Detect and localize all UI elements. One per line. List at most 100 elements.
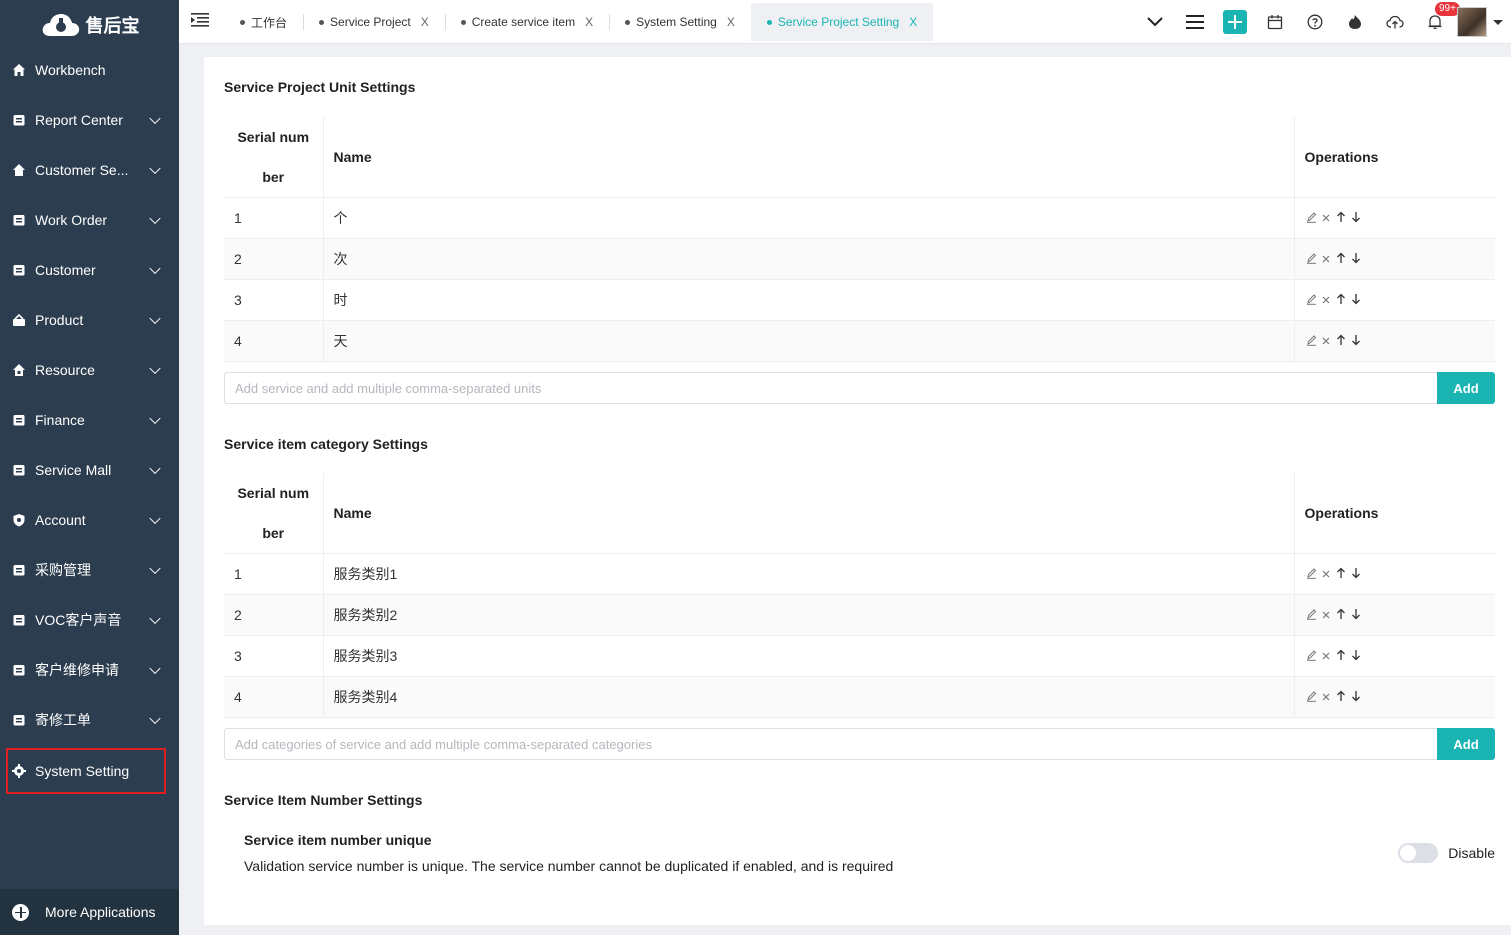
arrow-down-icon[interactable] bbox=[1350, 211, 1363, 226]
edit-icon[interactable] bbox=[1305, 334, 1318, 349]
unique-number-setting-description: Validation service number is unique. The… bbox=[244, 858, 894, 874]
arrow-up-icon[interactable] bbox=[1335, 608, 1348, 623]
user-menu[interactable] bbox=[1455, 0, 1511, 44]
sidebar-item-voc[interactable]: VOC客户声音 bbox=[0, 595, 179, 645]
sidebar-item-account[interactable]: Account bbox=[0, 495, 179, 545]
arrow-down-icon[interactable] bbox=[1350, 608, 1363, 623]
edit-icon[interactable] bbox=[1305, 293, 1318, 308]
delete-icon[interactable] bbox=[1320, 334, 1333, 349]
serial-number-header: Serial number bbox=[224, 117, 324, 198]
arrow-down-icon[interactable] bbox=[1350, 567, 1363, 582]
flame-icon bbox=[1349, 15, 1361, 29]
tabs-dropdown-button[interactable] bbox=[1135, 0, 1175, 44]
sidebar-item-item-13[interactable]: 寄修工单 bbox=[0, 695, 179, 745]
tab-0[interactable]: 工作台 bbox=[224, 3, 303, 41]
delete-icon[interactable] bbox=[1320, 211, 1333, 226]
sidebar-item-product[interactable]: Product bbox=[0, 295, 179, 345]
row-operations bbox=[1305, 334, 1486, 349]
quick-create-button[interactable] bbox=[1215, 0, 1255, 44]
delete-icon[interactable] bbox=[1320, 608, 1333, 623]
tab-2[interactable]: Create service item X bbox=[444, 3, 609, 41]
sidebar-item-system-setting[interactable]: System Setting bbox=[6, 748, 166, 794]
more-applications-button[interactable]: More Applications bbox=[0, 889, 179, 935]
categories-table-header: Serial number Name Operations bbox=[224, 473, 1495, 554]
sidebar-item-work-order[interactable]: Work Order bbox=[0, 195, 179, 245]
sidebar-item-customer-se[interactable]: Customer Se... bbox=[0, 145, 179, 195]
mall-icon bbox=[12, 463, 26, 477]
edit-icon[interactable] bbox=[1305, 567, 1318, 582]
category-add-input[interactable] bbox=[224, 728, 1437, 760]
theme-button[interactable] bbox=[1335, 0, 1375, 44]
sidebar-item-workbench[interactable]: Workbench bbox=[0, 45, 179, 95]
sidebar-item-finance[interactable]: Finance bbox=[0, 395, 179, 445]
sidebar-item-resource[interactable]: Resource bbox=[0, 345, 179, 395]
close-icon[interactable]: X bbox=[909, 15, 917, 29]
help-button[interactable] bbox=[1295, 0, 1335, 44]
close-icon[interactable]: X bbox=[421, 15, 429, 29]
delete-icon[interactable] bbox=[1320, 567, 1333, 582]
edit-icon[interactable] bbox=[1305, 690, 1318, 705]
tab-dot bbox=[766, 19, 772, 25]
arrow-up-icon[interactable] bbox=[1335, 334, 1348, 349]
table-row: 3时 bbox=[224, 279, 1495, 321]
help-icon bbox=[1307, 14, 1323, 30]
tab-3[interactable]: System Setting X bbox=[609, 3, 751, 41]
arrow-up-icon[interactable] bbox=[1335, 293, 1348, 308]
sidebar-item-report-center[interactable]: Report Center bbox=[0, 95, 179, 145]
settings-content: Service Project Unit Settings Serial num… bbox=[204, 57, 1511, 925]
product-icon bbox=[12, 313, 26, 327]
name-header: Name bbox=[323, 117, 1295, 198]
calendar-button[interactable] bbox=[1255, 0, 1295, 44]
arrow-down-icon[interactable] bbox=[1350, 649, 1363, 664]
unit-add-input[interactable] bbox=[224, 372, 1437, 404]
sidebar-item-service-mall[interactable]: Service Mall bbox=[0, 445, 179, 495]
arrow-up-icon[interactable] bbox=[1335, 690, 1348, 705]
arrow-up-icon[interactable] bbox=[1335, 567, 1348, 582]
tab-1[interactable]: Service Project X bbox=[303, 3, 445, 41]
units-table-body: 1个2次3时4天 bbox=[224, 197, 1495, 362]
close-icon[interactable]: X bbox=[727, 15, 735, 29]
arrow-up-icon[interactable] bbox=[1335, 252, 1348, 267]
purchase-icon bbox=[12, 563, 26, 577]
app-logo[interactable]: 售后宝 bbox=[0, 0, 179, 50]
avatar bbox=[1457, 7, 1487, 37]
more-applications-label: More Applications bbox=[45, 904, 156, 920]
delete-icon[interactable] bbox=[1320, 293, 1333, 308]
arrow-down-icon[interactable] bbox=[1350, 293, 1363, 308]
arrow-up-icon[interactable] bbox=[1335, 211, 1348, 226]
unique-number-toggle[interactable] bbox=[1398, 843, 1439, 863]
sidebar-item-customer[interactable]: Customer bbox=[0, 245, 179, 295]
sidebar-item-label: Customer Se... bbox=[35, 162, 129, 178]
arrow-down-icon[interactable] bbox=[1350, 690, 1363, 705]
chevron-down-icon bbox=[149, 512, 161, 525]
customer-service-icon bbox=[12, 163, 26, 177]
cloud-upload-button[interactable] bbox=[1375, 0, 1415, 44]
unit-add-button[interactable]: Add bbox=[1437, 372, 1495, 404]
notifications-button[interactable]: 99+ bbox=[1415, 0, 1460, 44]
edit-icon[interactable] bbox=[1305, 649, 1318, 664]
edit-icon[interactable] bbox=[1305, 211, 1318, 226]
close-icon[interactable]: X bbox=[585, 15, 593, 29]
finance-icon bbox=[12, 413, 26, 427]
edit-icon[interactable] bbox=[1305, 608, 1318, 623]
category-add-button[interactable]: Add bbox=[1437, 728, 1495, 760]
arrow-down-icon[interactable] bbox=[1350, 252, 1363, 267]
delete-icon[interactable] bbox=[1320, 649, 1333, 664]
arrow-down-icon[interactable] bbox=[1350, 334, 1363, 349]
sidebar-item-label: Customer bbox=[35, 262, 96, 278]
chevron-down-icon bbox=[149, 712, 161, 725]
row-operations bbox=[1305, 211, 1486, 226]
delete-icon[interactable] bbox=[1320, 690, 1333, 705]
sidebar-item-item-10[interactable]: 采购管理 bbox=[0, 545, 179, 595]
arrow-up-icon[interactable] bbox=[1335, 649, 1348, 664]
menu-button[interactable] bbox=[1175, 0, 1215, 44]
delete-icon[interactable] bbox=[1320, 252, 1333, 267]
tab-4[interactable]: Service Project Setting X bbox=[750, 3, 934, 41]
row-operations bbox=[1305, 649, 1486, 664]
chevron-down-icon bbox=[149, 562, 161, 575]
operations-cell bbox=[1294, 238, 1495, 280]
menu-collapse-icon[interactable] bbox=[191, 12, 209, 28]
operations-cell bbox=[1294, 594, 1495, 636]
edit-icon[interactable] bbox=[1305, 252, 1318, 267]
sidebar-item-item-12[interactable]: 客户维修申请 bbox=[0, 645, 179, 695]
